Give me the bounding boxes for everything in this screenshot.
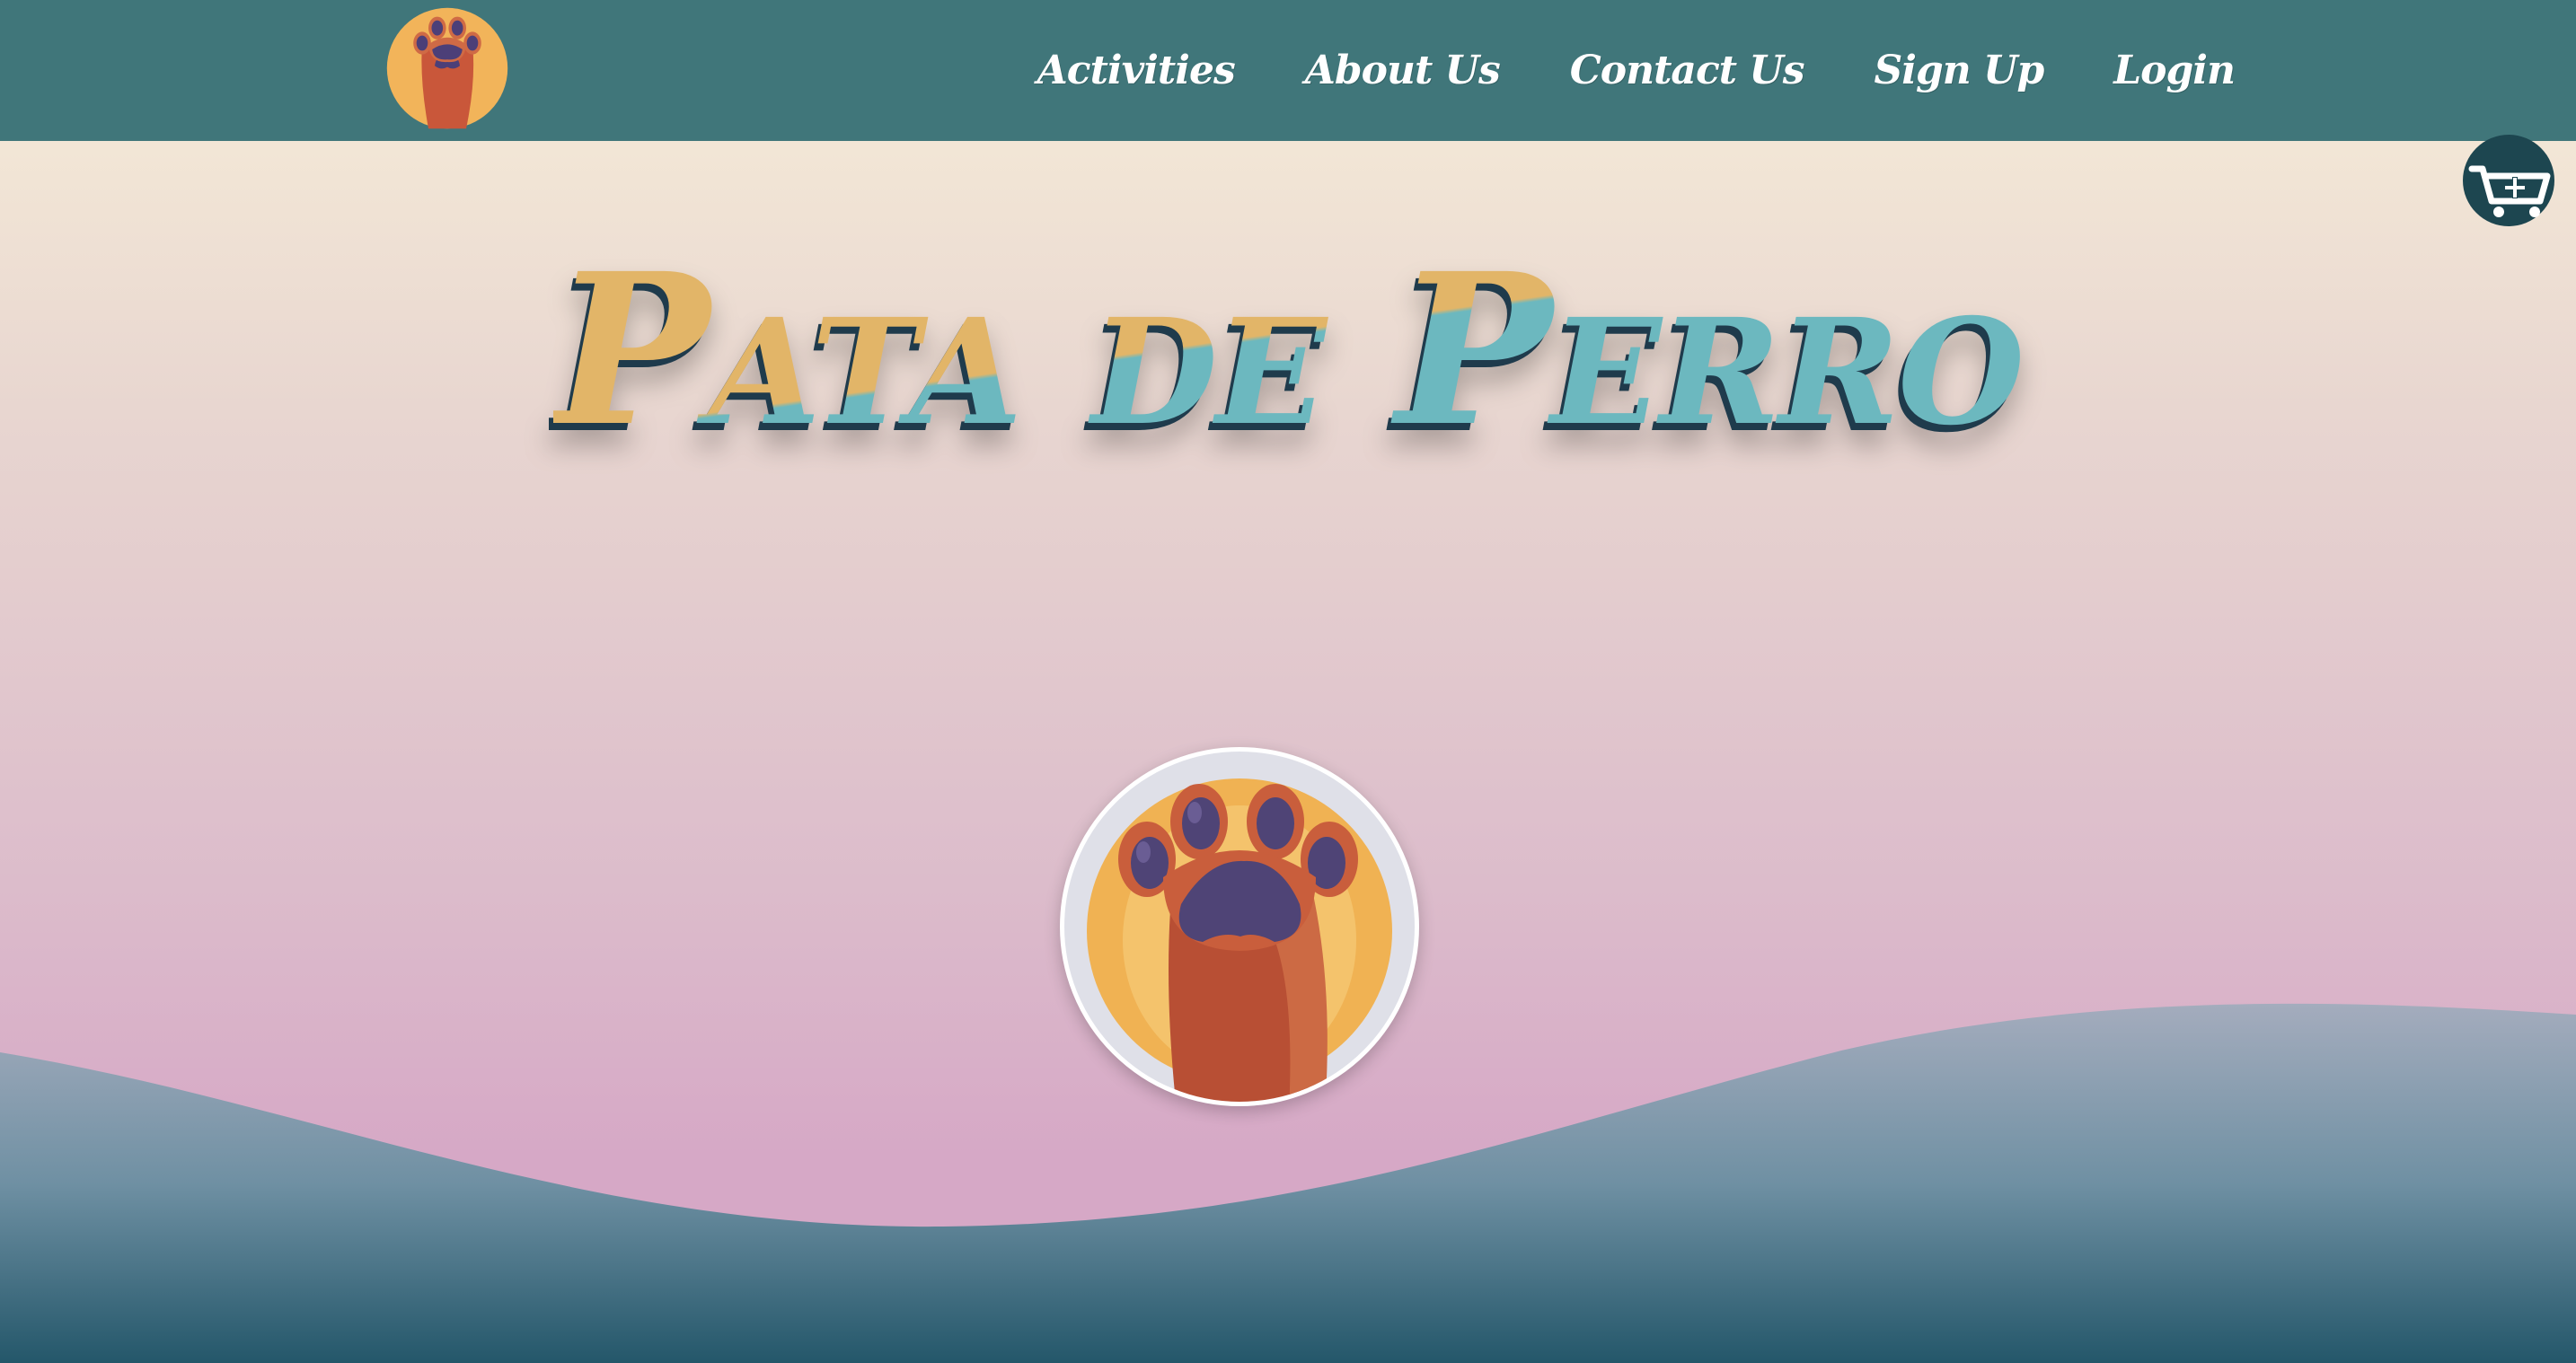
hero-title: Pata de Perro xyxy=(0,215,2576,485)
cart-button[interactable] xyxy=(2463,135,2554,226)
nav-link-about-us[interactable]: About Us xyxy=(1305,48,1501,93)
hero-title-text: Pata de Perro xyxy=(552,227,2025,472)
paw-logo-icon[interactable] xyxy=(384,5,510,131)
navbar: Activities About Us Contact Us Sign Up L… xyxy=(0,0,2576,141)
paw-icon xyxy=(1060,747,1419,1106)
nav-link-activities[interactable]: Activities xyxy=(1037,48,1236,93)
cart-plus-icon xyxy=(2468,165,2551,217)
nav-links: Activities About Us Contact Us Sign Up L… xyxy=(1037,0,2236,141)
nav-link-login[interactable]: Login xyxy=(2113,48,2236,93)
nav-link-contact-us[interactable]: Contact Us xyxy=(1570,48,1805,93)
nav-link-sign-up[interactable]: Sign Up xyxy=(1875,48,2045,93)
